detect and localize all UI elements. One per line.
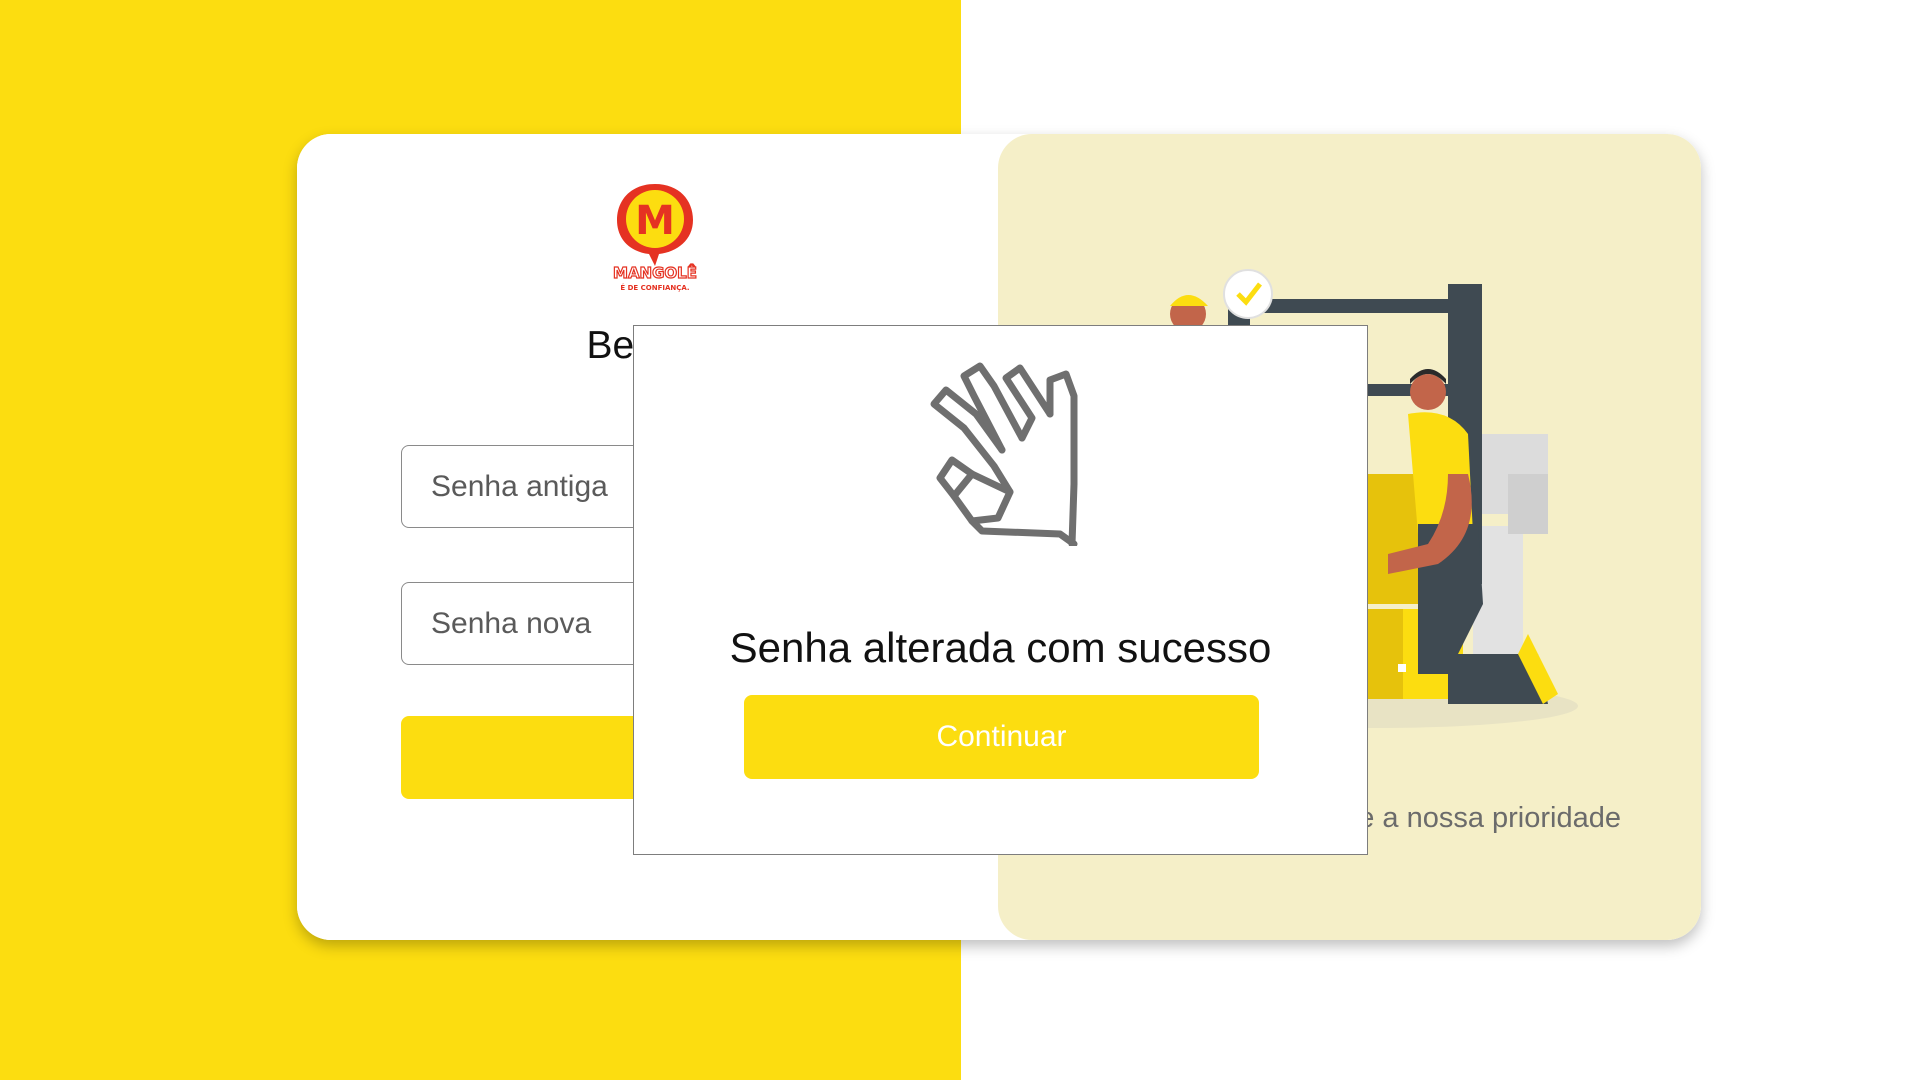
svg-text:É DE CONFIANÇA.: É DE CONFIANÇA.	[620, 283, 689, 292]
svg-text:M: M	[635, 198, 675, 244]
continue-button[interactable]: Continuar	[744, 695, 1259, 779]
success-title: Senha alterada com sucesso	[729, 624, 1272, 671]
svg-text:MANGOLÊ: MANGOLÊ	[613, 263, 697, 282]
success-modal: Senha alterada com sucesso Continuar	[633, 325, 1368, 855]
ok-hand-icon	[924, 356, 1084, 548]
mangole-logo: M MANGOLÊ É DE CONFIANÇA.	[607, 180, 703, 292]
